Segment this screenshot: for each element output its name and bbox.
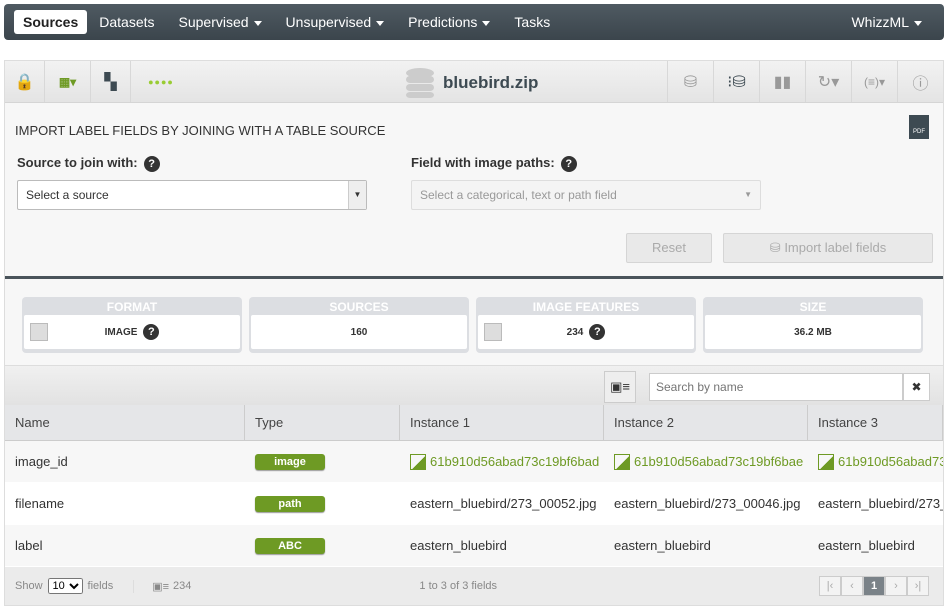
reset-button[interactable]: Reset (626, 233, 712, 263)
source-name: bluebird.zip (443, 73, 539, 92)
nav-unsupervised[interactable]: Unsupervised (274, 10, 397, 34)
caret-down-icon (914, 20, 922, 26)
pdf-icon[interactable]: PDF (909, 115, 929, 139)
source-label: Source to join with:? (17, 155, 160, 172)
source-panel: 🔒 ▦▾ ▚ ●●●● bluebird.zip ⛁ ⁝⛁ ▮▮ ↻▾ (≡)▾… (4, 60, 944, 606)
source-toolbar: 🔒 ▦▾ ▚ ●●●● bluebird.zip ⛁ ⁝⛁ ▮▮ ↻▾ (≡)▾… (5, 61, 943, 103)
image-icon (614, 453, 630, 470)
configure-icon[interactable]: ▚ (91, 61, 131, 102)
type-badge: image (255, 453, 325, 470)
model-config-icon[interactable]: ▮▮ (759, 61, 805, 102)
image-link[interactable]: 61b910d56abad73c19bf6bae (614, 453, 803, 470)
help-icon[interactable]: ? (143, 324, 160, 340)
field-label: Field with image paths:? (411, 155, 577, 172)
cell: eastern_bluebird/273_00052.jpg (410, 496, 597, 511)
nav-label: Supervised (178, 14, 249, 30)
table-row[interactable]: filename path eastern_bluebird/273_00052… (5, 483, 943, 525)
top-nav: Sources Datasets Supervised Unsupervised… (4, 4, 944, 40)
summary-cards: FORMAT IMAGE? SOURCES 160 IMAGE FEATURES 23… (22, 297, 923, 353)
caret-down-icon (253, 20, 262, 26)
last-page-button[interactable]: ›| (907, 576, 929, 596)
card-size: SIZE 36.2 MB (703, 297, 923, 353)
table-header: Name Type Instance 1 Instance 2 Instance… (5, 405, 943, 441)
image-icon (818, 453, 834, 470)
image-features-icon (484, 323, 502, 341)
image-features-icon: ▣≡ (133, 579, 169, 593)
database-icon (406, 68, 434, 98)
source-title: bluebird.zip (405, 67, 538, 99)
nav-datasets[interactable]: Datasets (87, 10, 166, 34)
dropdown-arrow-icon: ▼ (348, 181, 366, 209)
card-sources: SOURCES 160 (249, 297, 469, 353)
page-1-button[interactable]: 1 (863, 576, 885, 596)
nav-label: Unsupervised (285, 14, 372, 30)
cell: eastern_bluebird (818, 538, 915, 553)
field-name: image_id (15, 454, 68, 469)
first-page-button[interactable]: |‹ (819, 576, 841, 596)
table-toolbar: ▣≡ ✖ (5, 365, 943, 405)
type-badge: path (255, 495, 325, 512)
pagination-summary: 1 to 3 of 3 fields (419, 580, 498, 592)
clear-search-button[interactable]: ✖ (903, 373, 930, 401)
image-icon (30, 323, 48, 341)
nav-sources[interactable]: Sources (14, 10, 88, 34)
prev-page-button[interactable]: ‹ (841, 576, 863, 596)
help-icon[interactable]: ? (560, 156, 577, 172)
card-format: FORMAT IMAGE? (22, 297, 242, 353)
field-select[interactable]: Select a categorical, text or path field… (411, 180, 761, 210)
info-icon[interactable]: ⓘ (897, 61, 943, 102)
header-instance-3: Instance 3 (808, 405, 943, 440)
card-image-features: IMAGE FEATURES 234? (476, 297, 696, 353)
type-badge: ABC (255, 537, 325, 554)
caret-down-icon (376, 20, 385, 26)
cell: eastern_bluebird (410, 538, 507, 553)
image-features-count: 234 (173, 580, 192, 592)
formula-icon[interactable]: (≡)▾ (851, 61, 897, 102)
dropdown-arrow-icon: ▼ (744, 190, 752, 199)
image-features-toggle-icon[interactable]: ▣≡ (604, 371, 636, 403)
image-link[interactable]: 61b910d56abad73c19bf6bad (410, 453, 599, 470)
import-label-section: IMPORT LABEL FIELDS BY JOINING WITH A TA… (5, 103, 943, 279)
nav-label: WhizzML (851, 14, 909, 30)
image-link[interactable]: 61b910d56abad73c19bf6baf (818, 453, 943, 470)
table-row[interactable]: image_id image 61b910d56abad73c19bf6bad … (5, 441, 943, 483)
nav-predictions[interactable]: Predictions (396, 10, 502, 34)
fields-table: Name Type Instance 1 Instance 2 Instance… (5, 405, 943, 567)
header-name[interactable]: Name (5, 405, 245, 440)
nav-supervised[interactable]: Supervised (167, 10, 274, 34)
composite-icon[interactable]: ↻▾ (805, 61, 851, 102)
cell: eastern_bluebird/273_00046.jpg (614, 496, 801, 511)
field-name: filename (15, 496, 65, 511)
source-select[interactable]: Select a source ▼ (17, 180, 367, 210)
database-icon: ⛁ (769, 240, 785, 255)
field-types-icon[interactable]: ▦▾ (45, 61, 91, 102)
one-click-dataset-icon[interactable]: ⁝⛁ (713, 61, 759, 102)
cell: eastern_bluebird/273_00 (818, 496, 943, 511)
help-icon[interactable]: ? (589, 324, 606, 340)
header-instance-2: Instance 2 (604, 405, 808, 440)
next-page-button[interactable]: › (885, 576, 907, 596)
help-icon[interactable]: ? (143, 156, 160, 172)
search-input[interactable] (649, 373, 903, 401)
cell: eastern_bluebird (614, 538, 711, 553)
lock-icon[interactable]: 🔒 (5, 61, 45, 102)
nav-tasks[interactable]: Tasks (502, 10, 562, 34)
image-icon (410, 453, 426, 470)
progress-dots-icon: ●●●● (148, 76, 174, 87)
header-instance-1: Instance 1 (400, 405, 604, 440)
nav-whizzml[interactable]: WhizzML (839, 10, 934, 34)
section-heading: IMPORT LABEL FIELDS BY JOINING WITH A TA… (15, 123, 386, 138)
field-name: label (15, 538, 43, 553)
table-row[interactable]: label ABC eastern_bluebird eastern_blueb… (5, 525, 943, 567)
header-type[interactable]: Type (245, 405, 400, 440)
caret-down-icon (482, 20, 491, 26)
show-label: Show (15, 580, 43, 592)
fields-label: fields (87, 580, 114, 592)
nav-label: Predictions (408, 14, 478, 30)
import-label-fields-button[interactable]: ⛁ Import label fields (723, 233, 933, 263)
table-footer: Show 10 fields ▣≡ 234 1 to 3 of 3 fields… (5, 567, 943, 605)
page-size-select[interactable]: 10 (47, 578, 83, 594)
dataset-config-icon[interactable]: ⛁ (667, 61, 713, 102)
